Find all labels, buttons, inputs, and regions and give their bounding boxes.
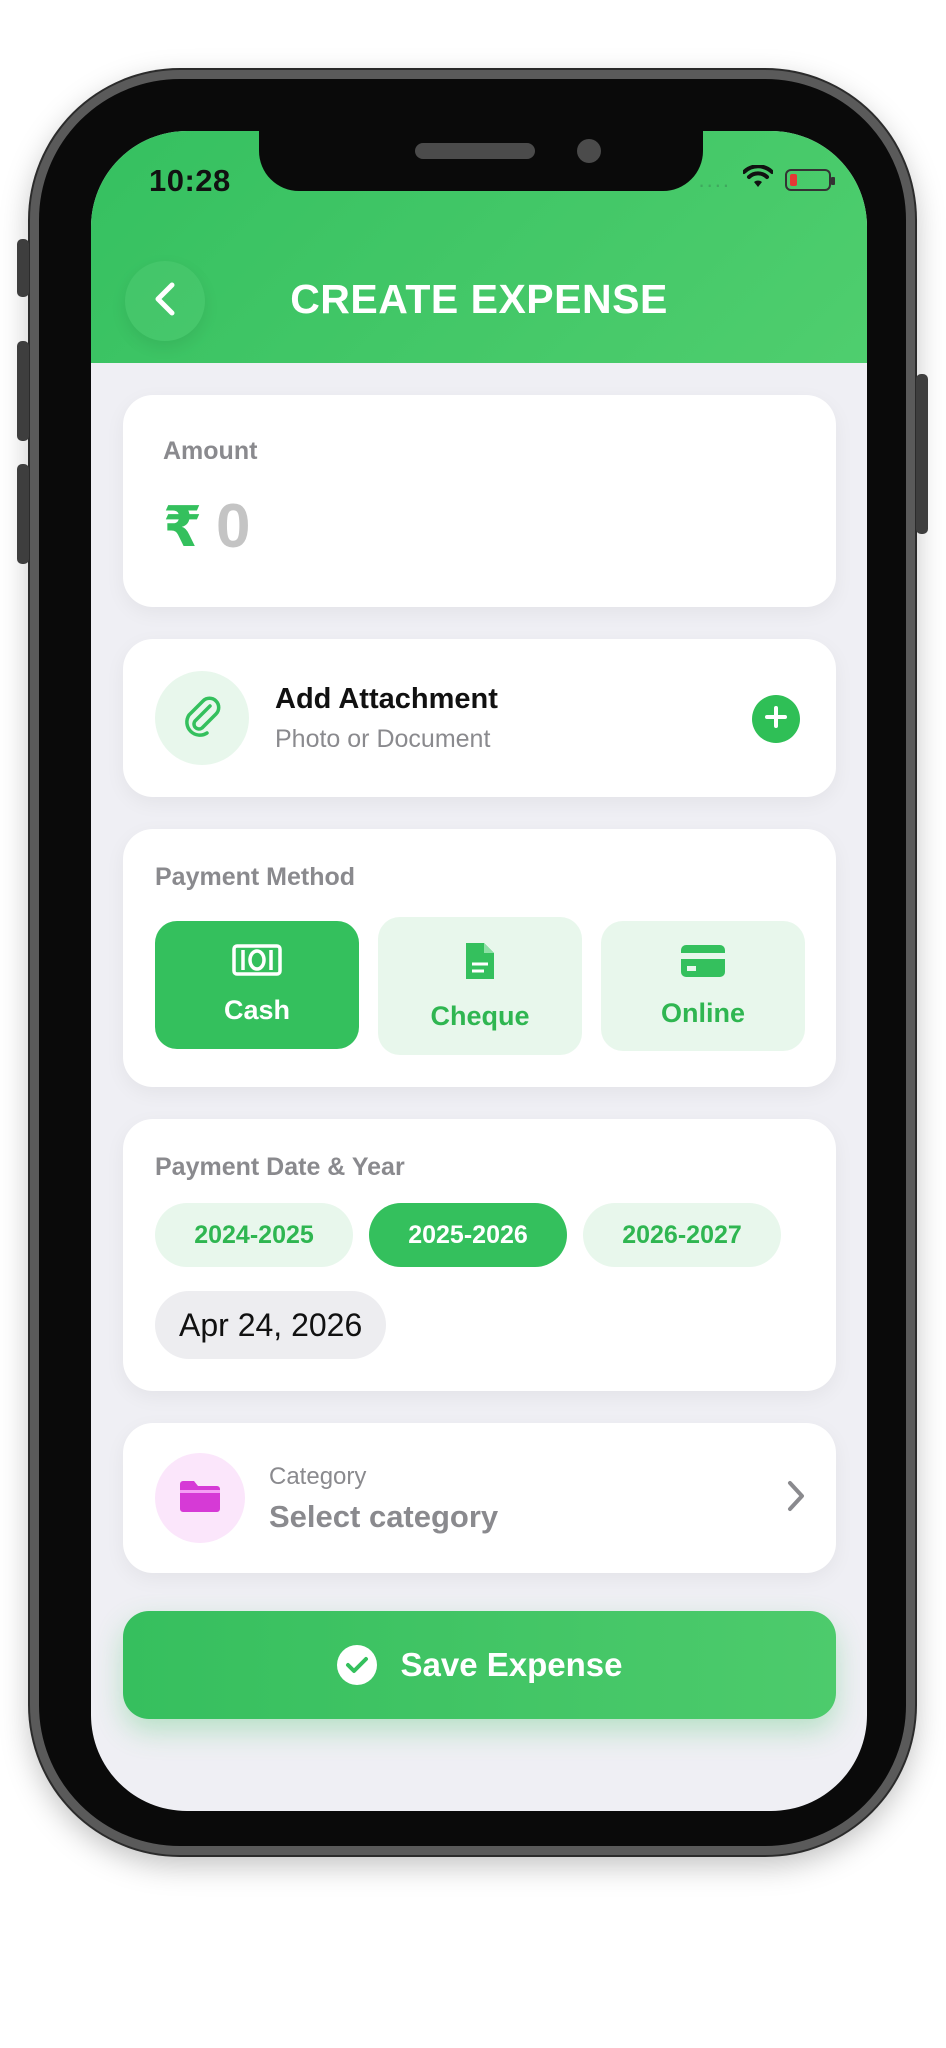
- amount-value: 0: [215, 492, 251, 561]
- speaker: [415, 143, 535, 159]
- payment-date-picker[interactable]: Apr 24, 2026: [155, 1291, 387, 1359]
- paperclip-icon: [180, 694, 224, 743]
- battery-icon: [785, 168, 835, 191]
- attachment-subtitle: Photo or Document: [275, 725, 491, 753]
- year-option-2024-2025[interactable]: 2024-2025: [155, 1203, 353, 1267]
- screen: 10:28 .... CREATE EXPENSE Amount ₹ 0 Add…: [91, 131, 867, 1811]
- signal-icon: ....: [698, 166, 731, 192]
- payment-option-label: Cash: [223, 995, 291, 1025]
- year-option-2025-2026[interactable]: 2025-2026: [369, 1203, 567, 1267]
- plus-icon: [764, 705, 788, 734]
- category-label: Category: [269, 1463, 367, 1490]
- document-icon: [463, 940, 497, 987]
- add-attachment-button[interactable]: [752, 695, 800, 743]
- payment-option-cheque[interactable]: Cheque: [378, 917, 582, 1055]
- save-expense-button[interactable]: Save Expense: [123, 1611, 836, 1719]
- payment-date-card: Payment Date & Year 2024-2025 2025-2026 …: [123, 1119, 836, 1391]
- check-circle-icon: [336, 1645, 377, 1685]
- attachment-card[interactable]: Add Attachment Photo or Document: [123, 639, 836, 797]
- phone-frame: 10:28 .... CREATE EXPENSE Amount ₹ 0 Add…: [17, 70, 928, 1855]
- mute-switch: [17, 239, 29, 297]
- category-icon-wrap: [155, 1453, 245, 1543]
- volume-up-button: [17, 341, 29, 441]
- payment-option-label: Cheque: [430, 1001, 530, 1031]
- notch: [259, 131, 703, 191]
- payment-date-label: Payment Date & Year: [155, 1153, 405, 1181]
- save-expense-label: Save Expense: [400, 1646, 623, 1683]
- status-time: 10:28: [149, 163, 231, 198]
- power-button: [916, 374, 928, 534]
- year-option-2026-2027[interactable]: 2026-2027: [583, 1203, 781, 1267]
- attachment-icon-wrap: [155, 671, 249, 765]
- payment-method-label: Payment Method: [155, 863, 356, 891]
- category-value: Select category: [269, 1499, 499, 1534]
- chevron-right-icon: [786, 1479, 806, 1518]
- front-camera: [577, 139, 601, 163]
- volume-down-button: [17, 464, 29, 564]
- payment-option-cash[interactable]: Cash: [155, 921, 359, 1049]
- wifi-icon: [742, 164, 774, 194]
- currency-symbol: ₹: [163, 494, 202, 558]
- payment-option-label: Online: [660, 998, 745, 1028]
- amount-card[interactable]: Amount ₹ 0: [123, 395, 836, 607]
- credit-card-icon: [679, 943, 727, 984]
- battery-level: [790, 173, 797, 186]
- payment-method-card: Payment Method Cash Cheque Online: [123, 829, 836, 1087]
- page-title: CREATE EXPENSE: [290, 276, 668, 322]
- category-card[interactable]: Category Select category: [123, 1423, 836, 1573]
- attachment-title: Add Attachment: [275, 683, 498, 715]
- folder-icon: [178, 1478, 222, 1519]
- cash-icon: [232, 944, 282, 981]
- amount-label: Amount: [163, 437, 258, 465]
- amount-input[interactable]: ₹ 0: [163, 491, 250, 562]
- payment-option-online[interactable]: Online: [601, 921, 805, 1051]
- status-icons: ....: [698, 164, 835, 194]
